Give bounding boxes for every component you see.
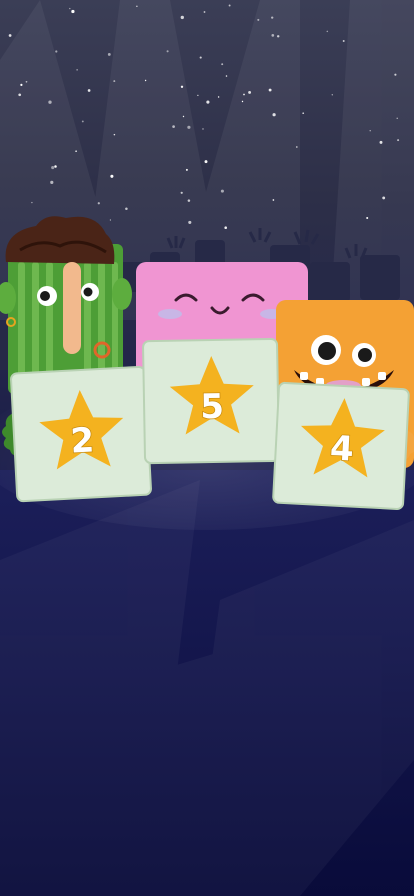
sky-star [55, 50, 58, 53]
sky-star [25, 80, 28, 83]
sky-star [302, 112, 305, 115]
sky-star [220, 189, 224, 193]
sky-star [197, 94, 199, 97]
sky-star [20, 83, 23, 87]
sky-star [110, 174, 114, 178]
sky-star [81, 120, 84, 123]
sky-star [113, 133, 116, 136]
sky-star [182, 115, 185, 118]
sky-star [248, 90, 252, 94]
sky-star [144, 79, 147, 82]
sky-star [369, 130, 371, 132]
sky-star [199, 56, 202, 59]
sky-star [271, 34, 275, 37]
sky-star [180, 85, 184, 88]
sky-star [185, 168, 188, 171]
sky-star [113, 80, 116, 83]
sky-star [75, 150, 77, 153]
sky-star [54, 165, 57, 168]
sky-star [180, 191, 183, 194]
sky-star [76, 69, 78, 71]
sky-star [396, 117, 398, 119]
sky-star [394, 73, 397, 76]
sky-star [48, 100, 52, 104]
sky-star [228, 4, 231, 7]
sky-star [166, 50, 169, 53]
sky-star [187, 199, 191, 202]
sky-star [188, 220, 192, 224]
sky-star [271, 16, 274, 19]
sky-star [331, 94, 333, 96]
sky-star [51, 166, 55, 170]
sky-star [225, 75, 228, 77]
score-card-green: 2 [10, 365, 152, 503]
sky-star [326, 30, 329, 33]
sky-star [69, 7, 71, 10]
sky-star [379, 140, 383, 144]
sky-star [136, 5, 138, 7]
sky-star [125, 207, 128, 211]
sky-star [18, 93, 22, 97]
sky-star [204, 160, 208, 164]
sky-star [295, 146, 298, 148]
sky-star [87, 89, 91, 92]
sky-star [109, 219, 112, 221]
score-value: 5 [200, 387, 224, 427]
sky-star [268, 88, 272, 92]
sky-star [397, 139, 400, 142]
score-value: 2 [69, 420, 95, 461]
score-card-pink: 5 [142, 337, 280, 465]
sky-star [206, 100, 210, 104]
sky-star [187, 125, 191, 129]
sky-star [203, 11, 206, 13]
sky-star [202, 128, 204, 130]
game-scene: 2 5 4 [0, 0, 414, 896]
sky-star [50, 180, 54, 184]
sky-star [366, 216, 369, 220]
sky-star [107, 52, 111, 56]
sky-star [241, 100, 244, 103]
sky-star [8, 34, 12, 37]
sky-star [272, 199, 275, 201]
sky-star [31, 201, 33, 204]
sky-star [71, 9, 75, 14]
sky-star [180, 15, 184, 20]
score-card-orange: 4 [272, 381, 410, 510]
sky-star [342, 40, 345, 42]
sky-star [217, 96, 220, 98]
sky-star [382, 196, 386, 200]
score-value: 4 [329, 428, 355, 469]
sky-star [257, 18, 260, 21]
sky-star [97, 202, 100, 205]
sky-star [243, 93, 245, 96]
sky-star [221, 63, 224, 66]
sky-star [224, 226, 227, 229]
sky-star [272, 113, 276, 117]
sky-star [172, 125, 175, 128]
sky-star [276, 35, 280, 38]
